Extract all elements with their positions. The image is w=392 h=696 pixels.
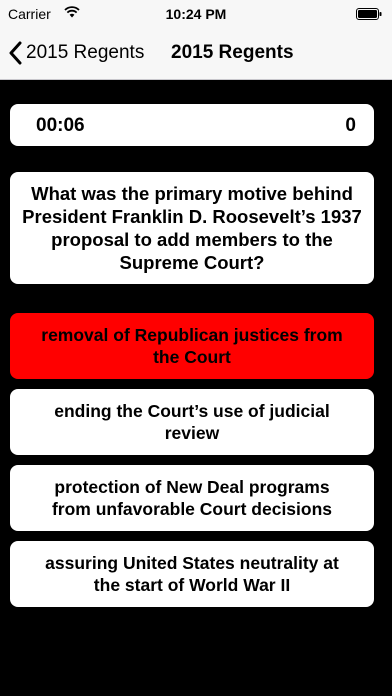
answer-option-3[interactable]: protection of New Deal programs from unf… <box>10 465 374 531</box>
battery-icon <box>356 8 382 20</box>
page-title: 2015 Regents <box>171 42 294 63</box>
answer-option-4[interactable]: assuring United States neutrality at the… <box>10 541 374 607</box>
timer-score-bar: 00:06 0 <box>10 104 374 146</box>
answer-option-3-text: protection of New Deal programs from unf… <box>51 477 333 519</box>
score: 0 <box>345 115 356 136</box>
chevron-left-icon <box>9 41 22 65</box>
question-text: What was the primary motive behind Presi… <box>22 183 362 273</box>
answer-option-4-text: assuring United States neutrality at the… <box>45 553 339 595</box>
timer: 00:06 <box>36 115 85 136</box>
answer-option-2[interactable]: ending the Court’s use of judicial revie… <box>10 389 374 455</box>
status-bar: Carrier 10:24 PM <box>0 0 392 30</box>
answer-option-2-text: ending the Court’s use of judicial revie… <box>54 401 330 443</box>
answer-option-1[interactable]: removal of Republican justices from the … <box>10 313 374 379</box>
back-button[interactable]: 2015 Regents <box>8 38 144 68</box>
answer-option-1-text: removal of Republican justices from the … <box>41 325 343 367</box>
back-button-label: 2015 Regents <box>26 42 145 63</box>
question-card: What was the primary motive behind Presi… <box>10 172 374 284</box>
navigation-bar: 2015 Regents 2015 Regents <box>0 30 392 80</box>
status-time: 10:24 PM <box>165 6 227 22</box>
